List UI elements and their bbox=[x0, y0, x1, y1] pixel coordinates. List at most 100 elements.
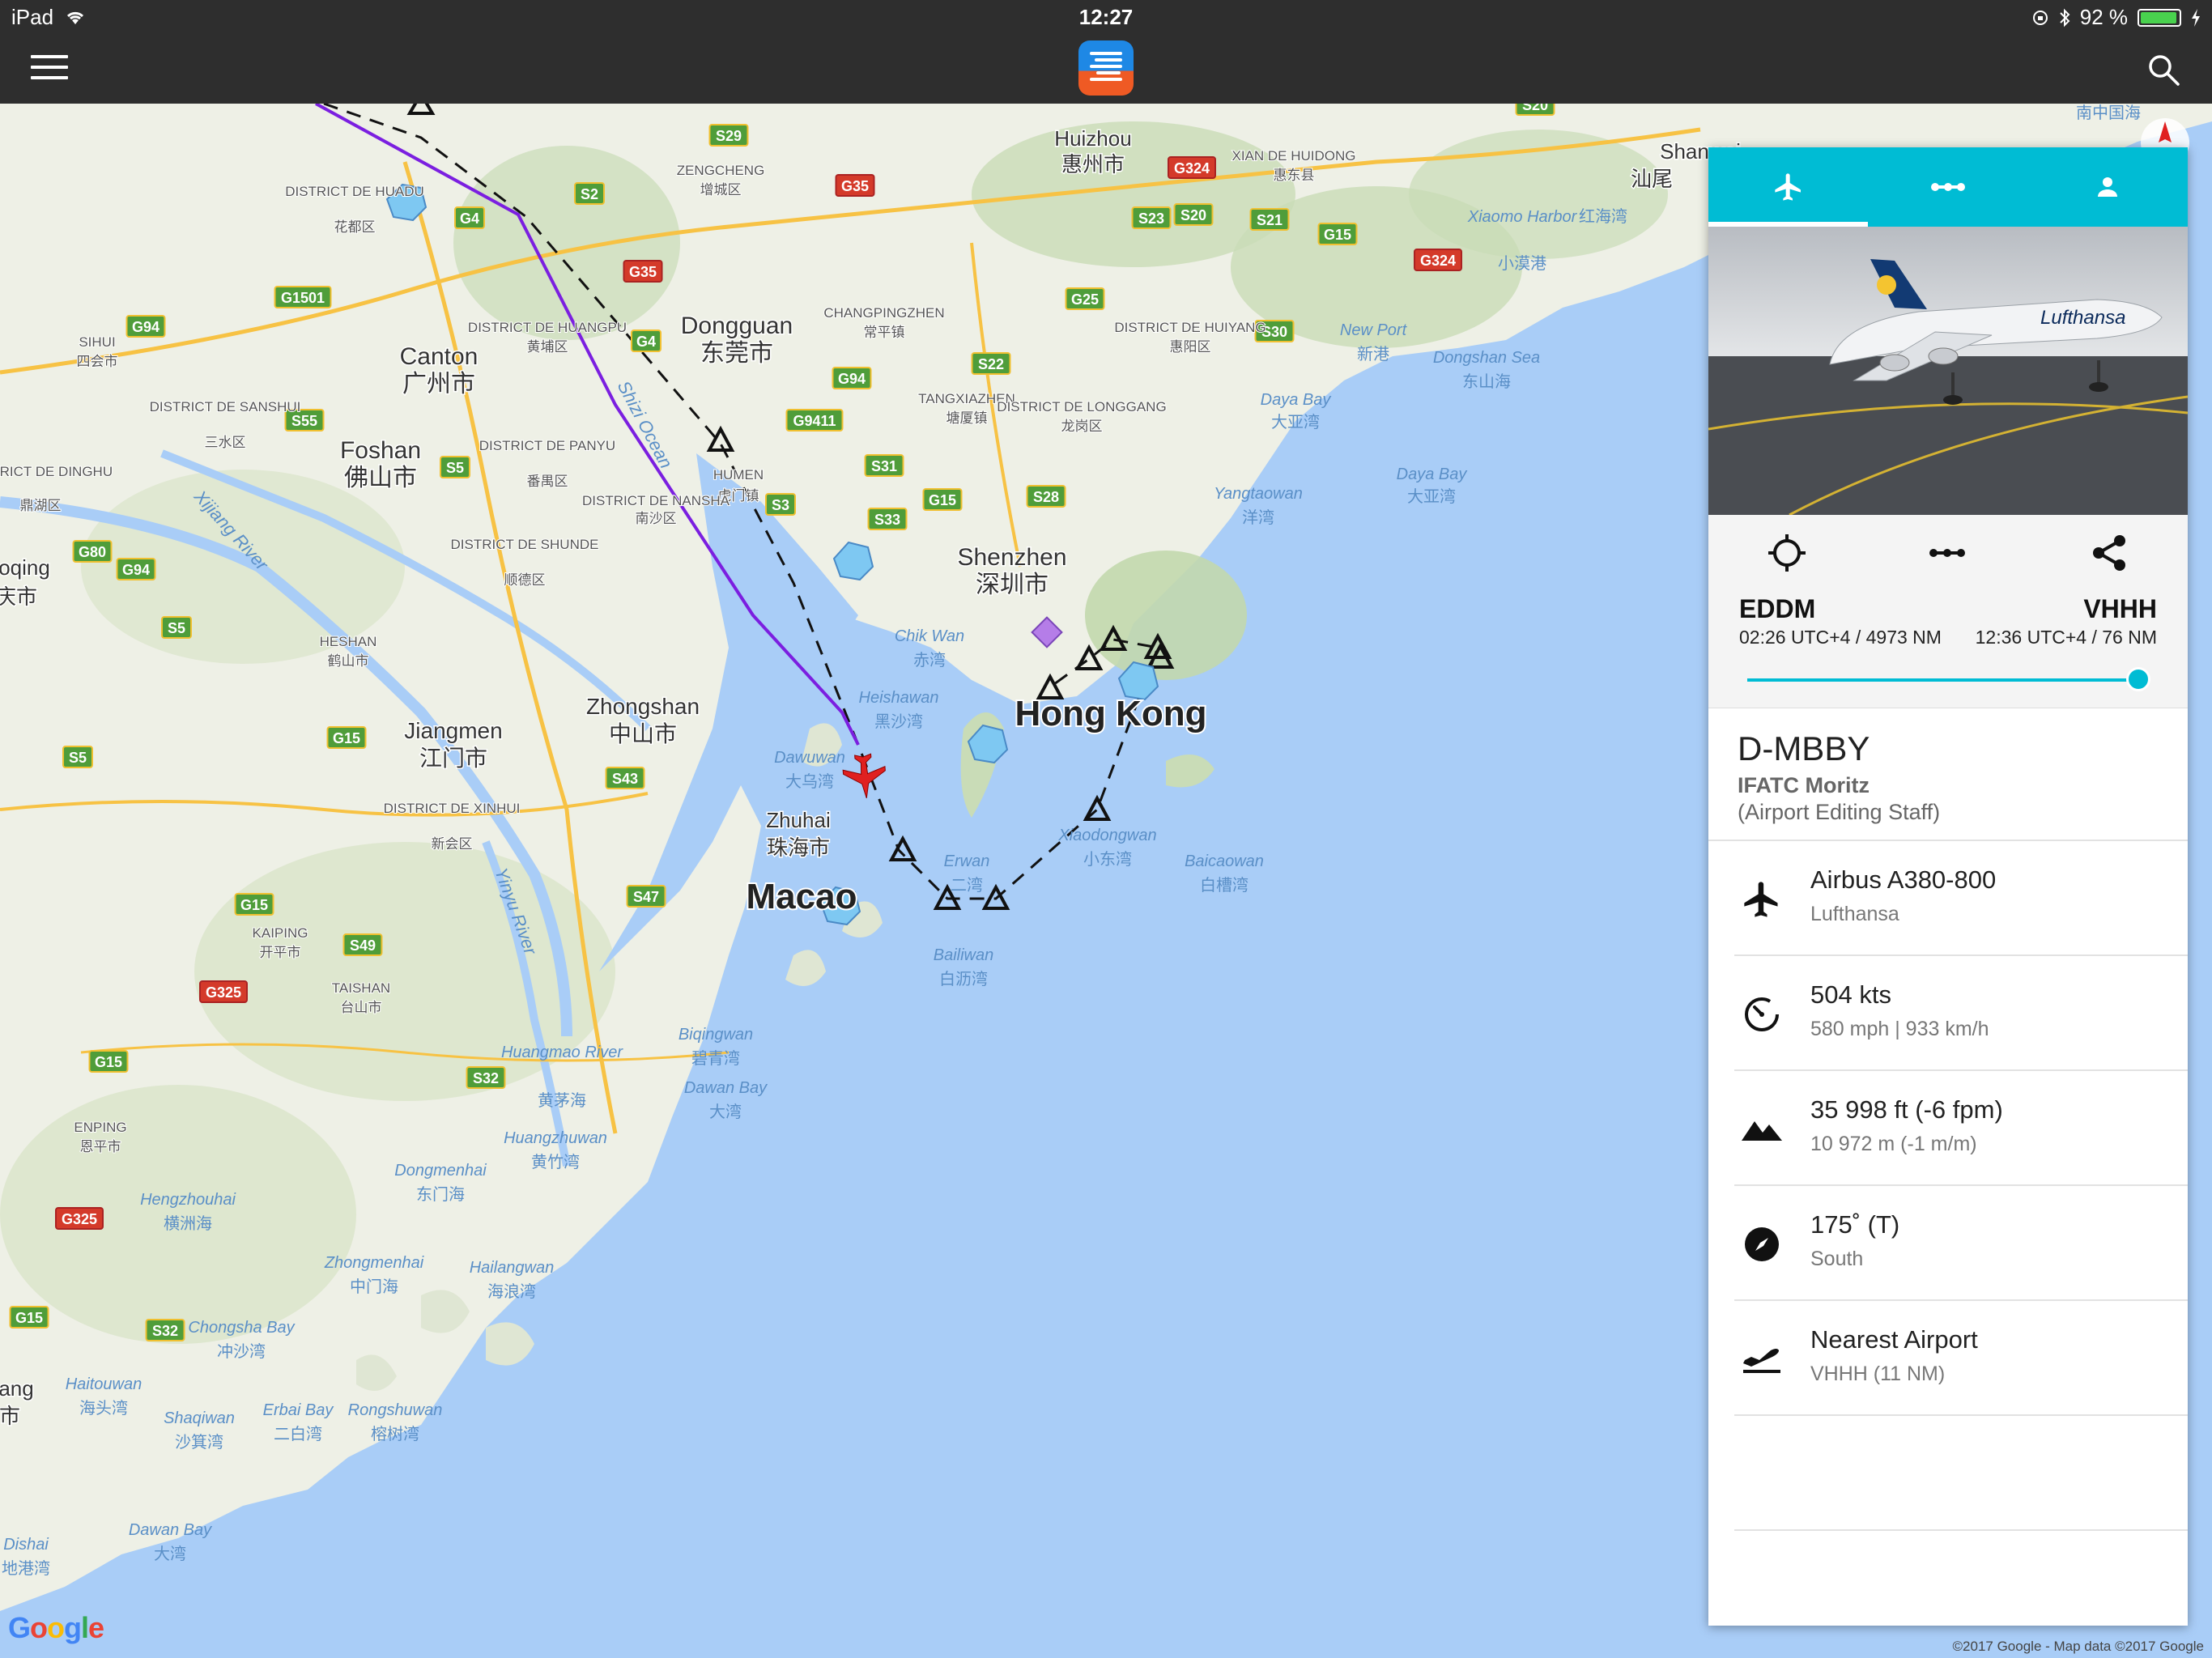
map-label-macao: Macao bbox=[747, 877, 857, 916]
map-label-hengzhouhai: Hengzhouhai bbox=[140, 1191, 236, 1209]
pilot-name[interactable]: IFATC Moritz bbox=[1738, 773, 2159, 798]
map-label-hailangwan: Hailangwan bbox=[470, 1259, 555, 1277]
map-label-dongshan-sea: Dongshan Sea bbox=[1433, 349, 1540, 367]
aircraft-type: Airbus A380-800 bbox=[1810, 865, 1997, 894]
map-label-hongkong: Hong Kong bbox=[1015, 694, 1206, 733]
map-label-humen: HUMEN bbox=[713, 467, 764, 483]
road-shield: S23 bbox=[1131, 206, 1172, 229]
svg-text:S5: S5 bbox=[446, 460, 464, 476]
route-summary: EDDM VHHH 02:26 UTC+4 / 4973 NM 12:36 UT… bbox=[1708, 515, 2188, 708]
nearest-airport-value: VHHH (11 NM) bbox=[1810, 1363, 1946, 1385]
heading-cardinal: South bbox=[1810, 1248, 1864, 1270]
search-icon[interactable] bbox=[2146, 52, 2181, 87]
map-label-xian-de-huidong: XIAN DE HUIDONG bbox=[1231, 148, 1355, 164]
battery-percent: 92 % bbox=[2079, 5, 2128, 29]
speed-kts: 504 kts bbox=[1810, 980, 1891, 1009]
map-label-xiaodongwan: Xiaodongwan bbox=[1057, 827, 1156, 844]
map-label-district-de-dinghu-zh: 鼎湖区 bbox=[20, 498, 62, 514]
svg-text:G15: G15 bbox=[1324, 227, 1351, 243]
map-label-dawan-bay2: Dawan Bay bbox=[129, 1521, 212, 1539]
map-label-xian-de-huidong-zh: 惠东县 bbox=[1274, 168, 1315, 184]
app-logo-icon[interactable] bbox=[1078, 40, 1134, 96]
svg-text:S31: S31 bbox=[871, 458, 897, 474]
road-shield: S32 bbox=[145, 1319, 185, 1341]
svg-text:S22: S22 bbox=[978, 356, 1004, 372]
map-label-rongshuwan-zh: 榕树湾 bbox=[371, 1424, 419, 1443]
orientation-lock-icon bbox=[2032, 10, 2048, 25]
road-shield: G4 bbox=[631, 329, 661, 352]
svg-text:G9411: G9411 bbox=[793, 413, 836, 429]
map-label-dawan-bay2-zh: 大湾 bbox=[154, 1544, 186, 1563]
altitude-m: 10 972 m (-1 m/m) bbox=[1810, 1133, 1977, 1155]
map-label-district-de-shunde-zh: 顺德区 bbox=[504, 572, 546, 589]
route-icon[interactable] bbox=[1925, 531, 1969, 575]
road-shield: G1501 bbox=[274, 286, 332, 308]
charging-icon bbox=[2192, 8, 2200, 27]
info-row-nearest-airport[interactable]: Nearest Airport VHHH (11 NM) bbox=[1734, 1301, 2188, 1416]
road-shield: G35 bbox=[835, 174, 875, 197]
svg-text:G4: G4 bbox=[636, 334, 656, 350]
map-label-haitouwan: Haitouwan bbox=[66, 1375, 143, 1393]
map-label-district-de-huiyang: DISTRICT DE HUIYANG bbox=[1114, 320, 1266, 335]
progress-knob[interactable] bbox=[2126, 667, 2150, 691]
map-label-daya-bay-zh: 大亚湾 bbox=[1271, 412, 1320, 432]
road-shield: G9411 bbox=[785, 409, 844, 432]
road-shield: S21 bbox=[1249, 208, 1290, 231]
empty-row bbox=[1734, 1416, 2188, 1531]
map-label-xiaodongwan-zh: 小东湾 bbox=[1083, 849, 1132, 869]
map-label-district-de-huadu: DISTRICT DE HUADU bbox=[285, 184, 424, 199]
svg-text:S29: S29 bbox=[716, 128, 742, 144]
destination-code: VHHH bbox=[2083, 594, 2157, 623]
road-shield: S47 bbox=[626, 885, 666, 908]
battery-icon bbox=[2138, 8, 2181, 27]
map-label-huizhou-zh: 惠州市 bbox=[1061, 153, 1125, 177]
info-row-speed: 504 kts 580 mph | 933 km/h bbox=[1734, 956, 2188, 1071]
map-label-district-de-huiyang-zh: 惠阳区 bbox=[1170, 339, 1211, 355]
info-row-aircraft: Airbus A380-800 Lufthansa bbox=[1734, 841, 2188, 956]
hamburger-icon[interactable] bbox=[31, 55, 68, 83]
map-label-district-de-nansha: DISTRICT DE NANSHA bbox=[582, 493, 730, 508]
road-shield: G94 bbox=[832, 367, 872, 389]
tab-aircraft[interactable] bbox=[1708, 147, 1869, 227]
road-shield: G324 bbox=[1168, 156, 1216, 179]
road-shield: S5 bbox=[440, 456, 470, 478]
map-label-enping-zh: 恩平市 bbox=[80, 1139, 121, 1155]
road-shield: G325 bbox=[199, 980, 248, 1003]
road-shield: S5 bbox=[62, 746, 93, 768]
map-label-sihui-zh: 四会市 bbox=[77, 354, 118, 370]
map-label-zengcheng: ZENGCHENG bbox=[677, 163, 765, 178]
map-label-bailiwan-zh: 白沥湾 bbox=[939, 969, 988, 988]
tab-route[interactable] bbox=[1868, 147, 2027, 227]
map-label-huangzhuwan: Huangzhuwan bbox=[504, 1129, 607, 1147]
map-label-canton-zh: 广州市 bbox=[402, 370, 475, 398]
locate-icon[interactable] bbox=[1765, 531, 1809, 575]
svg-text:S2: S2 bbox=[581, 186, 598, 202]
road-shield: S22 bbox=[971, 352, 1011, 375]
map-label-daya-bay2-zh: 大亚湾 bbox=[1407, 487, 1456, 506]
svg-text:S5: S5 bbox=[69, 750, 87, 766]
svg-text:G15: G15 bbox=[333, 730, 360, 746]
map-label-hailangwan-zh: 海浪湾 bbox=[487, 1282, 536, 1301]
flight-info-panel: Lufthansa EDDM VHHH 02:26 UTC+4 / 4973 N… bbox=[1708, 147, 2188, 1626]
map-label-new-port-zh: 新港 bbox=[1357, 344, 1389, 363]
speedometer-icon bbox=[1745, 997, 1779, 1031]
destination-time: 12:36 UTC+4 / 76 NM bbox=[1975, 627, 2157, 648]
route-icon bbox=[1930, 183, 1965, 191]
map-label-zhongshan-zh: 中山市 bbox=[609, 721, 677, 747]
tab-pilot[interactable] bbox=[2028, 147, 2188, 227]
compass-icon bbox=[1745, 1227, 1779, 1261]
svg-text:G4: G4 bbox=[460, 210, 479, 227]
road-shield: G94 bbox=[125, 315, 166, 338]
map-label-dishai: Dishai bbox=[3, 1536, 49, 1554]
share-icon[interactable] bbox=[2087, 531, 2131, 575]
panel-tabs bbox=[1708, 147, 2188, 227]
svg-text:G94: G94 bbox=[838, 371, 866, 387]
map-label-foshan: Foshan bbox=[340, 437, 421, 464]
svg-text:S20: S20 bbox=[1180, 207, 1206, 223]
road-shield: G324 bbox=[1414, 249, 1462, 271]
map-label-district-de-sanshui-zh: 三水区 bbox=[205, 435, 246, 451]
map-label-zhongshan: Zhongshan bbox=[586, 694, 700, 719]
svg-text:G325: G325 bbox=[206, 984, 241, 1001]
svg-text:G25: G25 bbox=[1071, 291, 1099, 308]
svg-text:S49: S49 bbox=[350, 937, 376, 954]
